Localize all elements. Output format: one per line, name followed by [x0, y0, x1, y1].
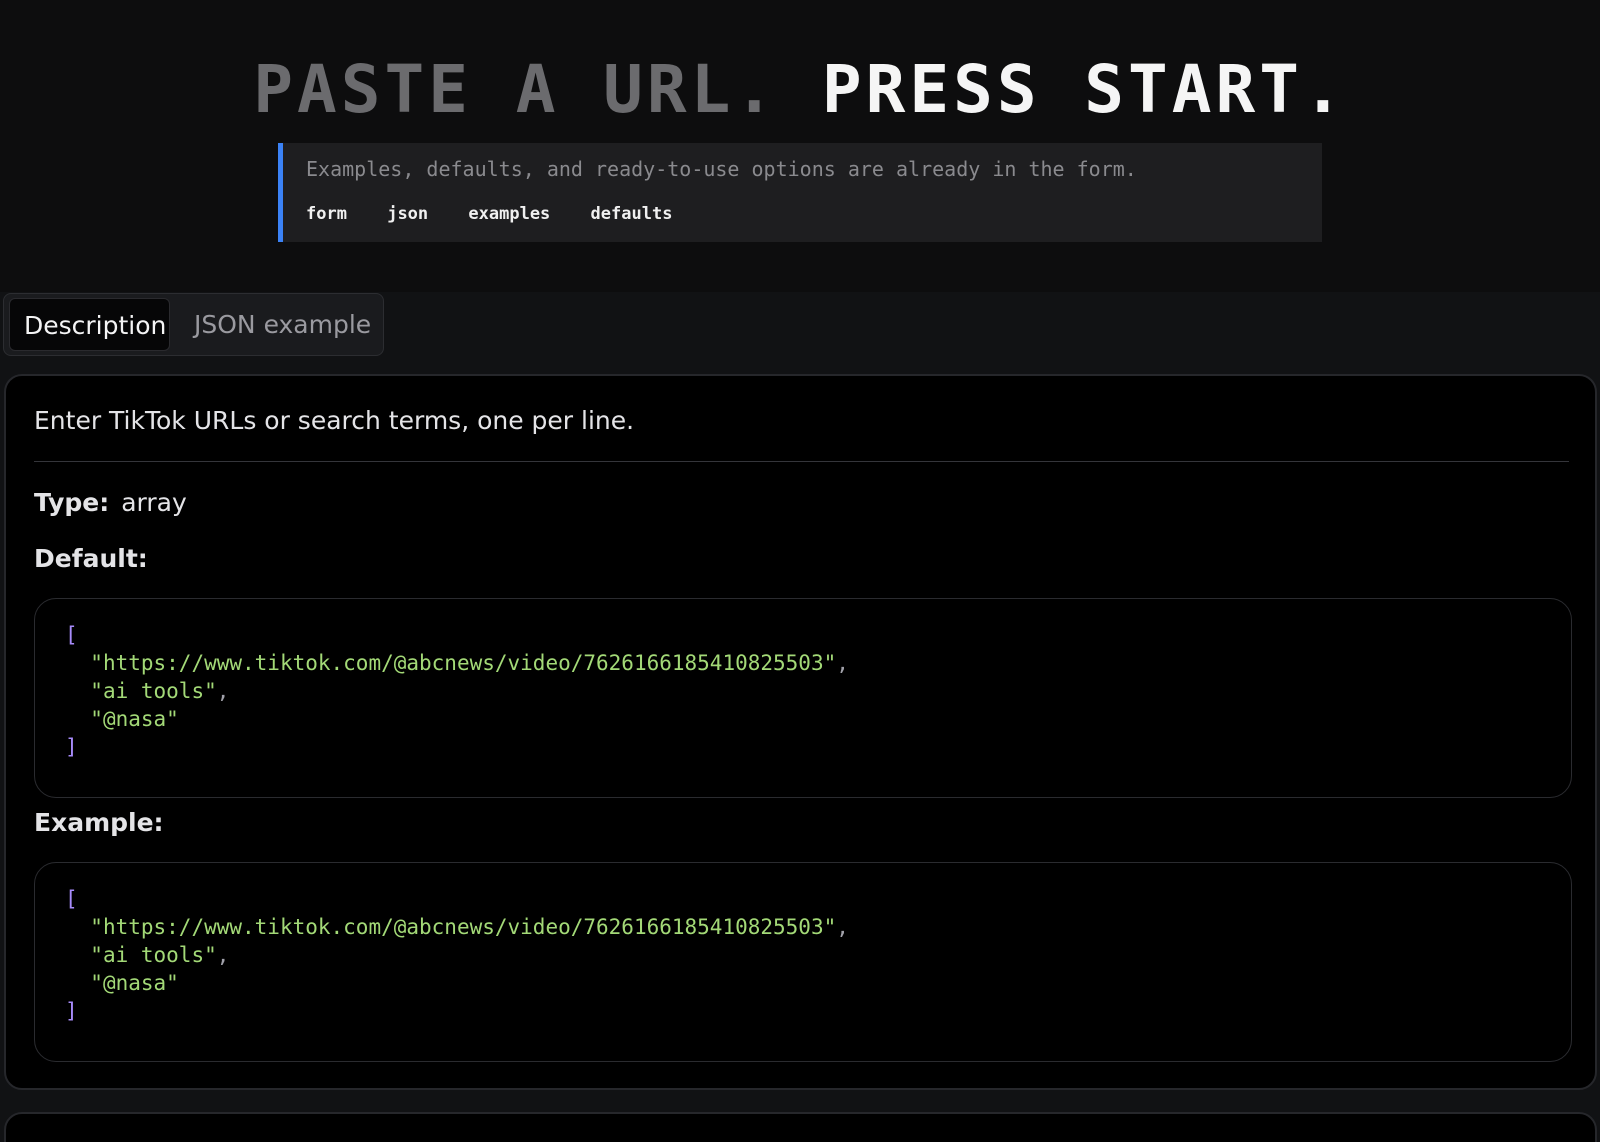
open-bracket: [ [65, 623, 78, 647]
hint-box: Examples, defaults, and ready-to-use opt… [278, 143, 1322, 242]
field-description: Enter TikTok URLs or search terms, one p… [34, 406, 635, 435]
tab-json-example[interactable]: JSON example [180, 298, 385, 351]
tab-bar: Description JSON example [3, 293, 384, 356]
open-bracket: [ [65, 887, 78, 911]
example-item: "ai tools" [90, 943, 217, 967]
hero-section: PASTE A URL. PRESS START. Examples, defa… [0, 0, 1600, 292]
default-item: "@nasa" [90, 707, 179, 731]
divider [34, 461, 1569, 462]
hero-title-dim: PASTE A URL. [253, 51, 779, 128]
default-code: [ "https://www.tiktok.com/@abcnews/video… [65, 621, 849, 761]
type-label: Type: [34, 488, 110, 517]
hint-tags: form json examples defaults [306, 204, 702, 224]
hint-text: Examples, defaults, and ready-to-use opt… [306, 157, 1137, 181]
example-item: "https://www.tiktok.com/@abcnews/video/7… [90, 915, 837, 939]
tag-examples: examples [468, 204, 551, 224]
default-code-block: [ "https://www.tiktok.com/@abcnews/video… [34, 598, 1572, 798]
comma: , [836, 915, 849, 939]
hero-title: PASTE A URL. PRESS START. [0, 50, 1600, 130]
default-item: "ai tools" [90, 679, 217, 703]
next-field-card [4, 1112, 1597, 1142]
example-code: [ "https://www.tiktok.com/@abcnews/video… [65, 885, 849, 1025]
example-row: Example: [34, 808, 176, 837]
field-card: Enter TikTok URLs or search terms, one p… [4, 374, 1597, 1090]
tag-json: json [387, 204, 429, 224]
tab-description[interactable]: Description [9, 298, 170, 351]
comma: , [216, 943, 230, 967]
example-item: "@nasa" [90, 971, 179, 995]
tag-defaults: defaults [590, 204, 673, 224]
default-item: "https://www.tiktok.com/@abcnews/video/7… [90, 651, 837, 675]
type-row: Type: array [34, 488, 187, 517]
default-label: Default: [34, 544, 148, 573]
type-value: array [121, 488, 187, 517]
example-code-block: [ "https://www.tiktok.com/@abcnews/video… [34, 862, 1572, 1062]
hero-title-bright: PRESS START. [821, 51, 1347, 128]
close-bracket: ] [65, 999, 78, 1023]
close-bracket: ] [65, 735, 78, 759]
comma: , [836, 651, 849, 675]
comma: , [216, 679, 230, 703]
default-row: Default: [34, 544, 160, 573]
tag-form: form [306, 204, 347, 224]
example-label: Example: [34, 808, 164, 837]
